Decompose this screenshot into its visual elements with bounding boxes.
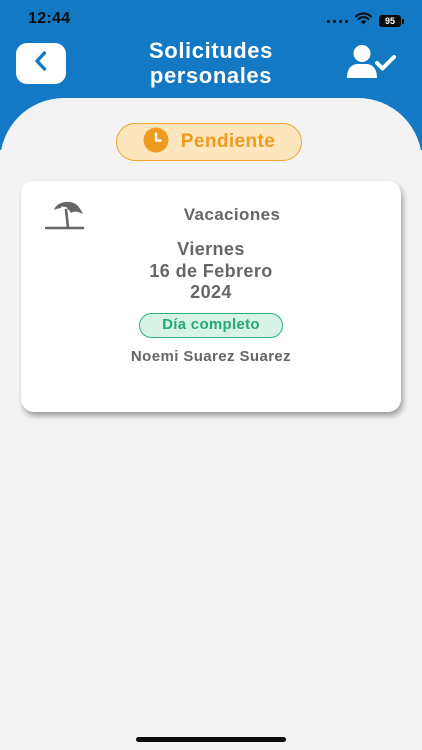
- status-time: 12:44: [28, 10, 71, 27]
- request-date: Viernes 16 de Febrero 2024: [21, 239, 401, 304]
- home-indicator[interactable]: [136, 737, 286, 742]
- screen: 12:44 95 Solicitudes personales Pendient…: [0, 0, 422, 750]
- page-title-line1: Solicitudes: [149, 38, 273, 63]
- back-button[interactable]: [16, 43, 66, 84]
- cellular-signal-icon: [327, 19, 348, 23]
- request-type: Vacaciones: [183, 205, 281, 224]
- wifi-icon: [355, 12, 372, 30]
- status-filter-pill[interactable]: Pendiente: [116, 123, 302, 161]
- duration-badge: Día completo: [139, 313, 283, 338]
- battery-level: 95: [379, 15, 401, 27]
- user-check-button[interactable]: [344, 44, 400, 84]
- chevron-left-icon: [32, 50, 50, 77]
- request-day-month: 16 de Febrero: [149, 260, 273, 281]
- status-icons: 95: [327, 12, 404, 30]
- employee-name: Noemi Suarez Suarez: [130, 348, 292, 365]
- battery-icon: 95: [379, 15, 404, 27]
- status-filter-label: Pendiente: [180, 131, 276, 152]
- request-weekday: Viernes: [177, 239, 245, 259]
- user-check-icon: [346, 44, 398, 85]
- request-card[interactable]: Vacaciones Viernes 16 de Febrero 2024 Dí…: [21, 181, 401, 412]
- status-bar: 12:44 95: [0, 0, 422, 40]
- page-title-line2: personales: [149, 63, 273, 88]
- clock-icon: [143, 127, 169, 158]
- request-year: 2024: [190, 282, 232, 302]
- page-title: Solicitudes personales: [100, 38, 322, 88]
